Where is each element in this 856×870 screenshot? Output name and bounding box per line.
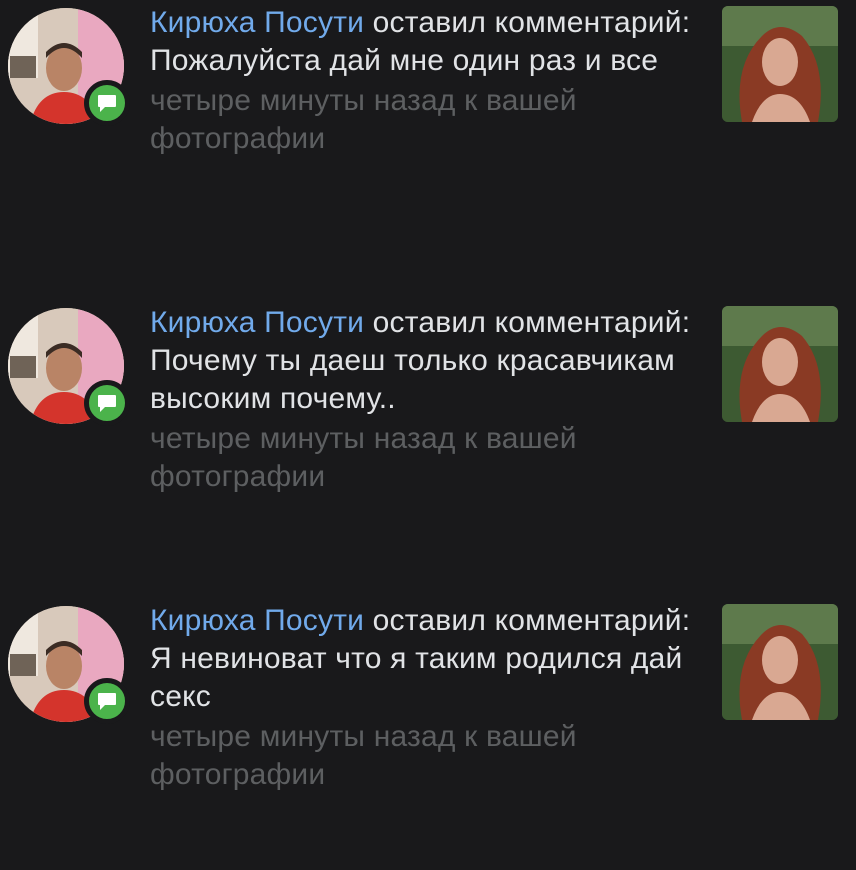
timestamp[interactable]: четыре минуты назад к вашей фотографии bbox=[150, 82, 700, 158]
comment-text: Почему ты даеш только красавчикам высоки… bbox=[150, 344, 676, 415]
notification-item[interactable]: Кирюха Посути оставил комментарий: Я нев… bbox=[0, 598, 856, 870]
action-text: оставил комментарий: bbox=[372, 604, 691, 637]
comment-text: Пожалуйста дай мне один раз и все bbox=[150, 44, 659, 77]
action-text: оставил комментарий: bbox=[372, 306, 691, 339]
comment-icon bbox=[98, 395, 116, 412]
action-text: оставил комментарий: bbox=[372, 6, 691, 39]
comment-text: Я невиноват что я таким родился дай секс bbox=[150, 642, 683, 713]
author-link[interactable]: Кирюха Посути bbox=[150, 604, 364, 637]
notification-item[interactable]: Кирюха Посути оставил комментарий: Пожал… bbox=[0, 0, 856, 290]
comment-badge bbox=[84, 678, 130, 724]
comment-badge bbox=[84, 380, 130, 426]
timestamp[interactable]: четыре минуты назад к вашей фотографии bbox=[150, 420, 700, 496]
photo-image bbox=[722, 306, 838, 422]
notification-text: Кирюха Посути оставил комментарий: Почем… bbox=[150, 304, 700, 496]
notifications-feed: Кирюха Посути оставил комментарий: Пожал… bbox=[0, 0, 856, 870]
author-link[interactable]: Кирюха Посути bbox=[150, 306, 364, 339]
notification-text: Кирюха Посути оставил комментарий: Я нев… bbox=[150, 602, 700, 794]
author-link[interactable]: Кирюха Посути bbox=[150, 6, 364, 39]
photo-thumbnail[interactable] bbox=[722, 306, 838, 422]
photo-thumbnail[interactable] bbox=[722, 604, 838, 720]
photo-image bbox=[722, 6, 838, 122]
comment-icon bbox=[98, 693, 116, 710]
photo-thumbnail[interactable] bbox=[722, 6, 838, 122]
comment-icon bbox=[98, 95, 116, 112]
notification-item[interactable]: Кирюха Посути оставил комментарий: Почем… bbox=[0, 300, 856, 590]
photo-image bbox=[722, 604, 838, 720]
notification-text: Кирюха Посути оставил комментарий: Пожал… bbox=[150, 4, 700, 158]
timestamp[interactable]: четыре минуты назад к вашей фотографии bbox=[150, 718, 700, 794]
comment-badge bbox=[84, 80, 130, 126]
